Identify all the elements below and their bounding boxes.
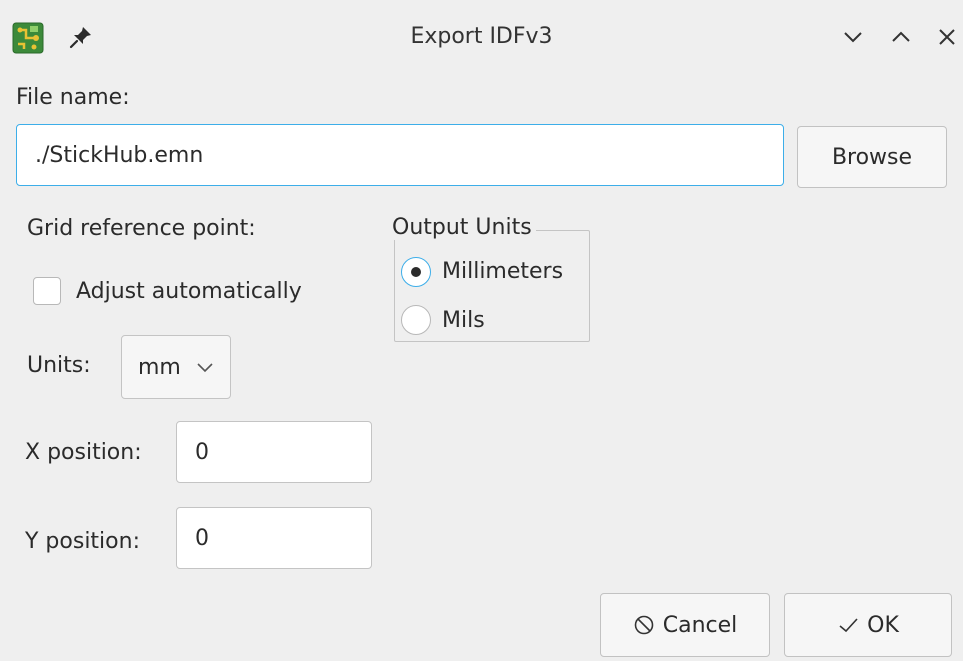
file-name-value: ./StickHub.emn bbox=[35, 142, 204, 168]
cancel-button-label: Cancel bbox=[662, 612, 738, 638]
units-label: Units: bbox=[27, 353, 91, 378]
chevron-down-icon bbox=[844, 32, 862, 43]
maximize-button[interactable] bbox=[888, 24, 914, 50]
close-button[interactable] bbox=[934, 24, 960, 50]
file-name-input[interactable]: ./StickHub.emn bbox=[16, 124, 784, 186]
y-position-label: Y position: bbox=[25, 529, 140, 554]
chevron-down-icon bbox=[197, 363, 213, 373]
x-position-label: X position: bbox=[25, 440, 142, 465]
output-units-title: Output Units bbox=[392, 215, 536, 240]
millimeters-label[interactable]: Millimeters bbox=[442, 259, 563, 284]
x-position-value: 0 bbox=[195, 439, 209, 465]
title-bar[interactable]: Export IDFv3 bbox=[0, 0, 963, 70]
units-select[interactable]: mm bbox=[121, 335, 231, 399]
close-icon bbox=[939, 29, 955, 45]
radio-selected-dot bbox=[411, 267, 421, 277]
chevron-up-icon bbox=[892, 31, 910, 42]
ok-button-label: OK bbox=[867, 612, 899, 638]
ok-button[interactable]: OK bbox=[784, 593, 952, 657]
minimize-button[interactable] bbox=[840, 24, 866, 50]
browse-button[interactable]: Browse bbox=[797, 126, 947, 188]
file-name-label: File name: bbox=[16, 85, 130, 110]
millimeters-radio[interactable] bbox=[401, 257, 431, 287]
x-position-input[interactable]: 0 bbox=[176, 421, 372, 483]
browse-button-label: Browse bbox=[831, 144, 913, 170]
adjust-automatically-label[interactable]: Adjust automatically bbox=[76, 279, 302, 304]
mils-label[interactable]: Mils bbox=[442, 308, 485, 333]
adjust-automatically-checkbox[interactable] bbox=[33, 277, 61, 305]
cancel-button[interactable]: Cancel bbox=[600, 593, 770, 657]
window-title: Export IDFv3 bbox=[410, 24, 553, 49]
units-select-value: mm bbox=[138, 355, 181, 380]
grid-reference-label: Grid reference point: bbox=[27, 216, 256, 241]
cancel-circle-icon bbox=[634, 615, 654, 635]
y-position-input[interactable]: 0 bbox=[176, 507, 372, 569]
checkmark-icon bbox=[839, 618, 858, 633]
y-position-value: 0 bbox=[195, 525, 209, 551]
mils-radio[interactable] bbox=[401, 305, 431, 335]
